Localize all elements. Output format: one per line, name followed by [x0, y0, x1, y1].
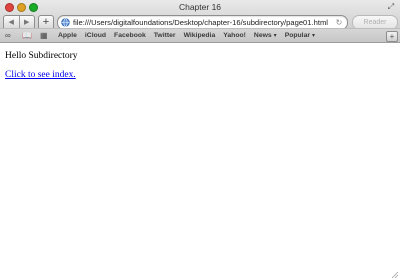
bookmarks-bar: ∞ 📖 ▦ Apple iCloud Facebook Twitter Wikipedi… — [0, 28, 400, 43]
bookmark-label: iCloud — [84, 32, 107, 39]
reading-list-icon[interactable]: ∞ — [5, 30, 11, 41]
top-sites-icon[interactable]: ▦ — [40, 30, 48, 41]
bookmark-item-news[interactable]: News ▾ — [254, 29, 277, 42]
bookmark-item-apple[interactable]: Apple — [58, 29, 77, 42]
reload-icon[interactable]: ↻ — [334, 17, 344, 27]
bookmark-label: Wikipedia — [183, 32, 216, 39]
bookmark-label: Twitter — [153, 32, 176, 39]
fullscreen-icon[interactable]: ⤢ — [386, 2, 396, 12]
window-title: Chapter 16 — [178, 2, 222, 12]
chevron-down-icon: ▾ — [312, 33, 316, 39]
bookmarks-list: Apple iCloud Facebook Twitter Wikipedia Yahoo… — [58, 29, 323, 42]
page-content: Hello Subdirectory Click to see index. — [0, 43, 400, 280]
browser-window: Chapter 16 ⤢ ◀ ▶ + file:///Users/digital… — [0, 0, 400, 280]
bookmark-label: News — [253, 32, 272, 39]
bookmark-label: Apple — [58, 32, 77, 39]
globe-icon — [61, 18, 70, 27]
bookmark-item-yahoo[interactable]: Yahoo! — [223, 29, 246, 42]
index-link[interactable]: Click to see index. — [5, 70, 76, 80]
bookmark-item-wikipedia[interactable]: Wikipedia — [184, 29, 216, 42]
bookmark-item-facebook[interactable]: Facebook — [114, 29, 146, 42]
bookmark-label: Facebook — [114, 32, 146, 39]
bookmark-item-icloud[interactable]: iCloud — [85, 29, 106, 42]
new-tab-button[interactable]: + — [386, 31, 398, 42]
bookmark-label: Popular — [284, 32, 310, 39]
resize-grip-icon[interactable] — [391, 271, 399, 279]
page-text: Hello Subdirectory — [5, 51, 78, 61]
bookmark-label: Yahoo! — [223, 32, 246, 39]
chevron-down-icon: ▾ — [273, 33, 277, 39]
bookmark-item-twitter[interactable]: Twitter — [154, 29, 176, 42]
bookmarks-icon[interactable]: 📖 — [22, 30, 32, 41]
bookmark-item-popular[interactable]: Popular ▾ — [285, 29, 315, 42]
